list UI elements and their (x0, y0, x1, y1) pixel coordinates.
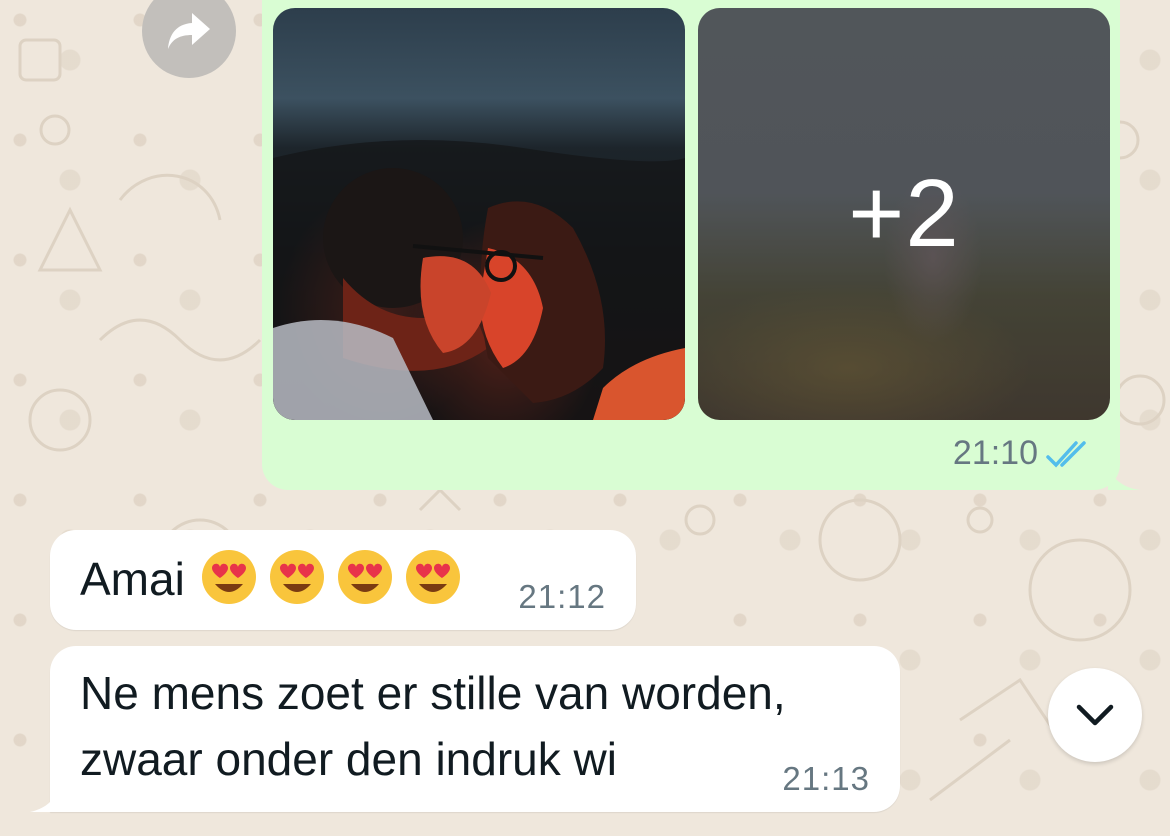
emoji-row (200, 548, 462, 606)
incoming-bubble-tail (30, 784, 58, 812)
scroll-to-bottom-button[interactable] (1048, 668, 1142, 762)
outgoing-message-meta: 21:10 (953, 434, 1094, 473)
photo-couple-kissing-red-light[interactable] (273, 8, 685, 420)
heart-eyes-emoji-icon (270, 550, 324, 604)
chevron-down-icon (1076, 704, 1114, 726)
photo-couple-illustration (273, 140, 685, 420)
message-text: Amai (80, 553, 185, 605)
forward-arrow-icon (168, 13, 210, 49)
outgoing-message-time: 21:10 (952, 434, 1038, 472)
outgoing-bubble-tail (1108, 462, 1140, 490)
more-photos-count: +2 (848, 160, 960, 267)
incoming-message[interactable]: Amai 21:12 (50, 530, 636, 630)
double-check-blue-icon (1046, 440, 1086, 468)
message-time: 21:13 (782, 760, 870, 797)
message-time: 21:12 (518, 578, 606, 615)
outgoing-media-bubble[interactable]: +2 21:10 (262, 0, 1120, 490)
photo-blurred-more[interactable]: +2 (698, 8, 1110, 420)
incoming-message[interactable]: Ne mens zoet er stille van worden, zwaar… (50, 646, 900, 812)
heart-eyes-emoji-icon (338, 550, 392, 604)
heart-eyes-emoji-icon (406, 550, 460, 604)
heart-eyes-emoji-icon (202, 550, 256, 604)
message-text: Ne mens zoet er stille van worden, zwaar… (80, 667, 786, 785)
